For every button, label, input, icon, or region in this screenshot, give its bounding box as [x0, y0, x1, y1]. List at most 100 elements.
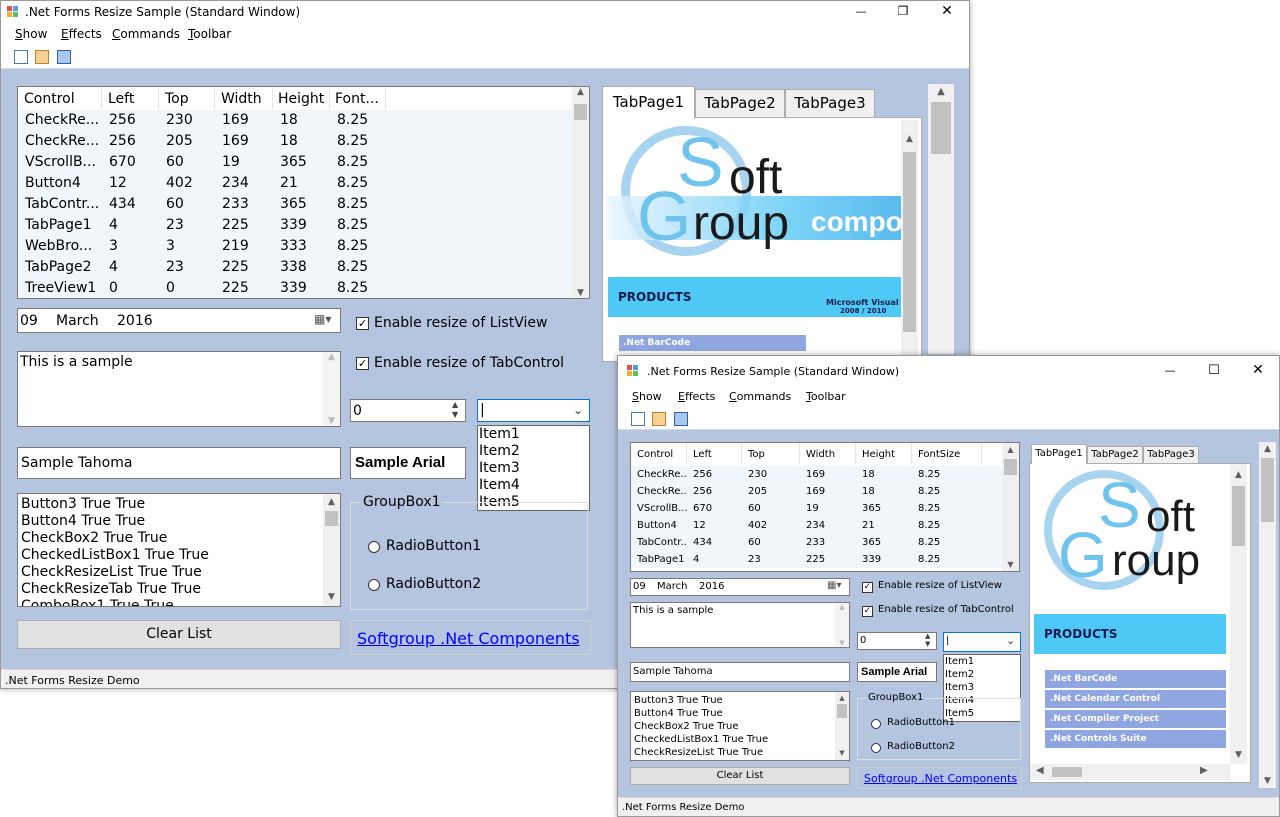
col-header[interactable]: Height	[856, 443, 912, 465]
controls-listview[interactable]: Control Left Top Width Height Font... Ch…	[17, 86, 590, 299]
menu-effects[interactable]: Effects	[678, 390, 715, 403]
date-day[interactable]: 09	[20, 313, 38, 329]
col-header[interactable]: Top	[742, 443, 800, 465]
spin-down-icon[interactable]: ▼	[452, 410, 458, 419]
scroll-up-icon[interactable]: ▲	[323, 352, 340, 362]
scroll-thumb[interactable]	[325, 511, 338, 526]
table-row[interactable]: TabPage1 4 23 225 339 8.25	[631, 551, 1003, 568]
dropdown-option[interactable]: Item3	[479, 460, 589, 477]
dropdown-option[interactable]: Item4	[479, 477, 589, 494]
dropdown-option[interactable]: Item1	[479, 426, 589, 443]
menu-show[interactable]: Show	[15, 27, 47, 41]
listview-scrollbar[interactable]: ▲ ▼	[572, 87, 589, 298]
table-row[interactable]: TabPage1 4 23 225 339 8.25	[18, 215, 573, 236]
tahoma-textbox[interactable]: Sample Tahoma	[630, 662, 850, 682]
menu-commands[interactable]: Commands	[729, 390, 791, 403]
radio-button-2[interactable]	[871, 743, 881, 753]
table-row[interactable]: TreeView1 0 0 225 339 8.25	[18, 278, 573, 298]
col-header[interactable]: Height	[273, 87, 330, 109]
close-button[interactable]: ✕	[1236, 356, 1279, 384]
scroll-down-icon[interactable]: ▼	[323, 589, 340, 606]
menu-toolbar[interactable]: Toolbar	[806, 390, 846, 403]
tab-page-3[interactable]: TabPage3	[785, 89, 875, 117]
dropdown-option[interactable]: Item2	[479, 443, 589, 460]
date-month[interactable]: March	[56, 313, 99, 329]
table-row[interactable]: Button4 12 402 234 21 8.25	[631, 517, 1003, 534]
scroll-down-icon[interactable]: ▼	[1002, 560, 1019, 569]
scroll-down-icon[interactable]: ▼	[572, 288, 589, 298]
calendar-icon[interactable]: ▦▾	[827, 580, 841, 591]
list-item[interactable]: ComboBox1 True True	[21, 598, 209, 606]
table-row[interactable]: CheckRe... 256 205 169 18 8.25	[631, 483, 1003, 500]
dropdown-option[interactable]: Item2	[945, 668, 1020, 681]
product-link[interactable]: .Net Controls Suite	[1045, 730, 1226, 748]
horizontal-scrollbar[interactable]: ◀ ▶	[1030, 764, 1230, 780]
list-item[interactable]: CheckedListBox1 True True	[634, 733, 768, 746]
dropdown-option[interactable]: Item3	[945, 681, 1020, 694]
scroll-down-icon[interactable]: ▼	[323, 416, 340, 426]
scroll-down-icon[interactable]: ▼	[1230, 750, 1247, 760]
listbox-scrollbar[interactable]: ▲ ▼	[835, 692, 849, 760]
col-header[interactable]: Font...	[330, 87, 386, 109]
numeric-updown[interactable]: 0 ▲ ▼	[857, 632, 937, 650]
table-row[interactable]: TabPage2 4 23 225 338 8.25	[18, 257, 573, 278]
spin-up-icon[interactable]: ▲	[925, 632, 930, 640]
product-link[interactable]: .Net BarCode	[1045, 670, 1226, 688]
spin-down-icon[interactable]: ▼	[925, 640, 930, 648]
list-item[interactable]: CheckedListBox1 True True	[21, 547, 209, 564]
listview-resize-checkbox[interactable]: ✓	[356, 317, 369, 330]
col-header[interactable]: Top	[159, 87, 215, 109]
list-item[interactable]: Button4 True True	[634, 707, 768, 720]
scroll-down-icon[interactable]: ▼	[835, 639, 849, 647]
table-row[interactable]: TabContr... 434 60 233 365 8.25	[18, 194, 573, 215]
window-icon[interactable]	[35, 50, 49, 64]
date-year[interactable]: 2016	[699, 581, 724, 592]
arial-textbox[interactable]: Sample Arial	[350, 447, 466, 479]
controls-listbox[interactable]: Button3 True True Button4 True True CheckB…	[17, 493, 341, 607]
radio-button-1[interactable]	[871, 719, 881, 729]
scroll-up-icon[interactable]: ▲	[901, 134, 918, 144]
tab-page-1[interactable]: TabPage1	[1031, 444, 1087, 464]
maximize-button[interactable]: ☐	[1192, 356, 1236, 384]
scroll-up-icon[interactable]: ▲	[835, 603, 849, 611]
browser-scrollbar[interactable]: ▲ ▼	[1230, 464, 1247, 764]
scroll-thumb[interactable]	[1052, 767, 1082, 777]
maximize-button[interactable]: ❐	[881, 1, 925, 21]
date-picker[interactable]: 09 March 2016 ▦▾	[630, 578, 850, 596]
scroll-up-icon[interactable]: ▲	[323, 494, 340, 511]
combo-box[interactable]: | ⌄	[943, 632, 1021, 652]
scroll-thumb[interactable]	[1261, 458, 1274, 522]
tahoma-textbox[interactable]: Sample Tahoma	[17, 447, 341, 479]
tab-page-2[interactable]: TabPage2	[1087, 446, 1143, 463]
controls-listbox[interactable]: Button3 True True Button4 True True CheckB…	[630, 691, 850, 761]
list-item[interactable]: CheckResizeList True True	[21, 564, 209, 581]
table-row[interactable]: CheckRe... 256 205 169 18 8.25	[18, 131, 573, 152]
scroll-thumb[interactable]	[574, 104, 587, 120]
date-month[interactable]: March	[657, 581, 687, 592]
product-link[interactable]: .Net Compiler Project	[1045, 710, 1226, 728]
col-header[interactable]: Control	[631, 443, 687, 465]
col-header[interactable]: FontSize	[912, 443, 982, 465]
radio-button-1[interactable]	[368, 541, 380, 553]
list-item[interactable]: CheckResizeList True True	[634, 746, 768, 759]
col-header[interactable]: Left	[687, 443, 742, 465]
listview-scrollbar[interactable]: ▲ ▼	[1002, 443, 1019, 571]
menu-toolbar[interactable]: Toolbar	[188, 27, 231, 41]
list-item[interactable]: Button4 True True	[21, 513, 209, 530]
list-item[interactable]: Button3 True True	[634, 694, 768, 707]
scroll-down-icon[interactable]: ▼	[835, 747, 849, 760]
date-year[interactable]: 2016	[117, 313, 153, 329]
menu-effects[interactable]: Effects	[61, 27, 102, 41]
list-item[interactable]: CheckBox2 True True	[634, 720, 768, 733]
calculator-icon[interactable]	[57, 50, 71, 64]
minimize-button[interactable]: —	[841, 1, 881, 21]
calendar-icon[interactable]: ▦▾	[314, 312, 331, 326]
arial-textbox[interactable]: Sample Arial	[857, 662, 937, 682]
listview-resize-checkbox[interactable]: ✓	[862, 582, 873, 593]
tab-page-2[interactable]: TabPage2	[695, 89, 785, 117]
list-item[interactable]: CheckResizeTab True True	[21, 581, 209, 598]
softgroup-link[interactable]: Softgroup .Net Components	[357, 629, 580, 648]
table-row[interactable]: CheckRe... 256 230 169 18 8.25	[631, 466, 1003, 483]
col-header[interactable]: Width	[215, 87, 273, 109]
chevron-down-icon[interactable]: ⌄	[573, 403, 583, 417]
